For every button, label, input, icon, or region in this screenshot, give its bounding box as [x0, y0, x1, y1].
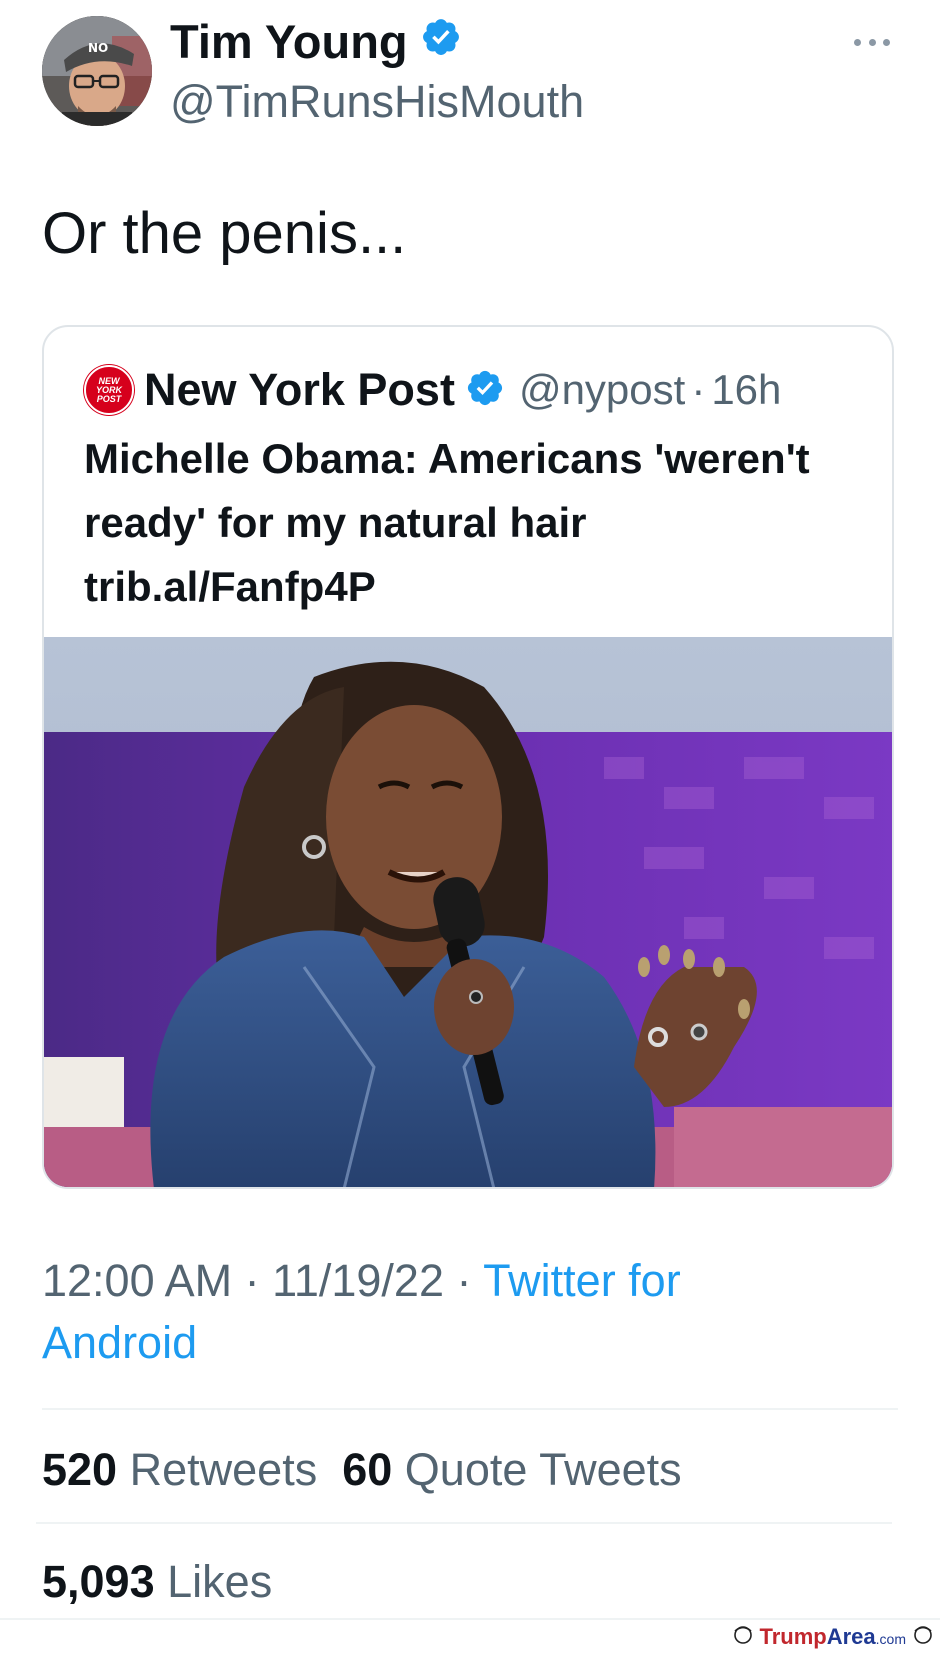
likes-count: 5,093 [42, 1556, 155, 1607]
quoted-tweet-card[interactable]: NEW YORK POST New York Post @nypost · 16… [42, 325, 894, 1189]
quoted-author-handle: @nypost [518, 366, 686, 413]
retweets-count: 520 [42, 1444, 118, 1495]
verified-badge-icon [420, 12, 462, 72]
author-name-row[interactable]: Tim Young [170, 12, 462, 72]
likes-label: Likes [167, 1556, 273, 1607]
quoted-tweet-image[interactable] [44, 637, 892, 1187]
more-options-icon[interactable] [854, 30, 890, 54]
nypost-logo-icon: NEW YORK POST [84, 365, 134, 415]
author-name[interactable]: Tim Young [170, 12, 408, 72]
nypost-logo-line-3: POST [96, 393, 122, 404]
speaker-photo [44, 637, 892, 1187]
watermark-part-2: Area [826, 1624, 876, 1649]
tweet-date[interactable]: 11/19/22 [272, 1255, 444, 1306]
likes-link[interactable]: 5,093 Likes [42, 1552, 272, 1612]
watermark-face-icon [912, 1623, 934, 1651]
quoted-separator: · [691, 366, 706, 413]
retweets-label: Retweets [129, 1444, 318, 1495]
author-handle[interactable]: @TimRunsHisMouth [170, 72, 584, 132]
meta-separator: · [443, 1255, 484, 1306]
quoted-timestamp: 16h [711, 366, 782, 413]
quoted-tweet-text: Michelle Obama: Americans 'weren't ready… [84, 435, 810, 610]
engagement-row: 520 Retweets 60 Quote Tweets [42, 1440, 682, 1500]
tweet-text: Or the penis... [42, 201, 407, 266]
divider [42, 1408, 898, 1410]
author-avatar[interactable]: NO [42, 16, 152, 126]
avatar-photo: NO [42, 16, 152, 126]
divider [0, 1618, 940, 1620]
svg-text:NO: NO [88, 41, 108, 55]
quote-tweets-link[interactable]: 60 Quote Tweets [342, 1444, 681, 1495]
watermark-part-3: .com [875, 1631, 906, 1647]
watermark-face-icon [732, 1623, 754, 1651]
retweets-link[interactable]: 520 Retweets [42, 1444, 317, 1495]
quoted-verified-badge-icon [465, 368, 505, 413]
quote-tweets-count: 60 [342, 1444, 393, 1495]
quoted-author-name: New York Post [144, 364, 455, 415]
quoted-tweet-header: NEW YORK POST New York Post @nypost · 16… [84, 363, 781, 417]
divider [36, 1522, 892, 1524]
watermark-part-1: Trump [759, 1624, 827, 1649]
watermark: TrumpArea.com [732, 1623, 935, 1651]
tweet-meta: 12:00 AM · 11/19/22 · Twitter for Androi… [42, 1250, 822, 1374]
quote-tweets-label: Quote Tweets [404, 1444, 682, 1495]
meta-separator: · [232, 1255, 273, 1306]
tweet-time[interactable]: 12:00 AM [42, 1255, 232, 1306]
